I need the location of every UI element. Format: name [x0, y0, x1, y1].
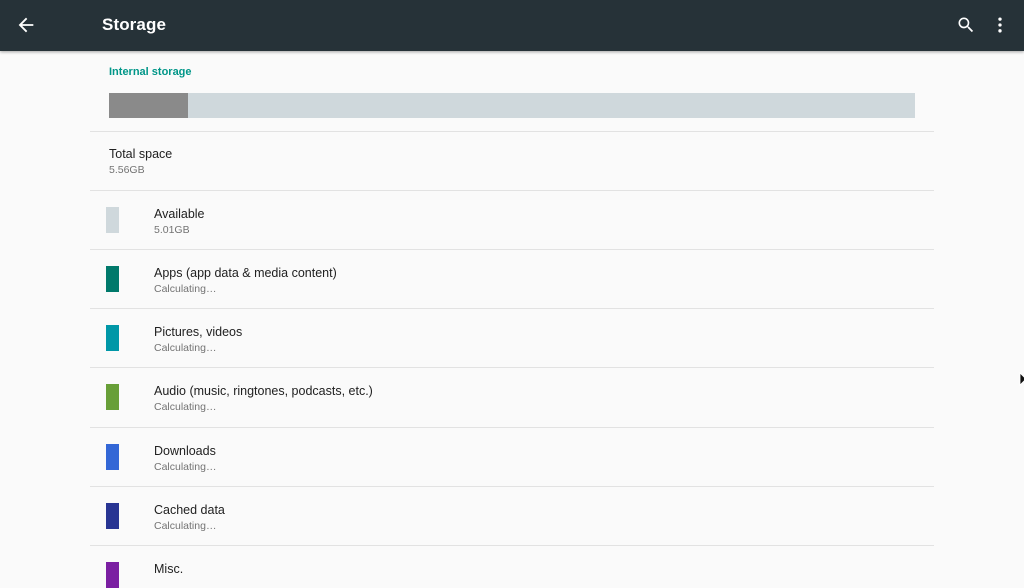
storage-item-summary: Calculating… — [154, 461, 217, 473]
storage-item-title: Audio (music, ringtones, podcasts, etc.) — [154, 384, 373, 398]
arrow-back-icon[interactable] — [15, 14, 37, 36]
storage-item-available[interactable]: Available 5.01GB — [90, 191, 934, 249]
color-swatch — [106, 207, 119, 233]
total-space-title: Total space — [109, 147, 173, 161]
storage-item-apps[interactable]: Apps (app data & media content) Calculat… — [90, 250, 934, 308]
mouse-pointer-icon — [1019, 372, 1024, 386]
storage-item-audio[interactable]: Audio (music, ringtones, podcasts, etc.)… — [90, 368, 934, 426]
color-swatch — [106, 384, 119, 410]
total-space-value: 5.56GB — [109, 164, 145, 176]
storage-item-title: Downloads — [154, 444, 216, 458]
search-icon[interactable] — [956, 15, 976, 35]
storage-item-summary: Calculating… — [154, 401, 217, 413]
storage-item-summary: Calculating… — [154, 520, 217, 532]
storage-item-cached-data[interactable]: Cached data Calculating… — [90, 487, 934, 545]
color-swatch — [106, 503, 119, 529]
storage-usage-bar — [109, 93, 915, 118]
storage-item-title: Cached data — [154, 503, 225, 517]
divider — [90, 131, 934, 132]
storage-item-summary: Calculating… — [154, 342, 217, 354]
storage-item-title: Pictures, videos — [154, 325, 243, 339]
storage-item-title: Misc. — [154, 562, 184, 576]
storage-item-summary: Calculating… — [154, 283, 217, 295]
storage-item-misc[interactable]: Misc. — [90, 546, 934, 588]
storage-item-title: Available — [154, 207, 205, 221]
app-bar: Storage — [0, 0, 1024, 51]
color-swatch — [106, 266, 119, 292]
storage-item-summary: 5.01GB — [154, 224, 190, 236]
color-swatch — [106, 325, 119, 351]
color-swatch — [106, 444, 119, 470]
page-title: Storage — [102, 15, 166, 34]
more-vert-icon[interactable] — [990, 15, 1010, 35]
storage-item-pictures-videos[interactable]: Pictures, videos Calculating… — [90, 309, 934, 367]
color-swatch — [106, 562, 119, 588]
section-header-internal-storage: Internal storage — [109, 66, 192, 78]
storage-usage-used-fill — [109, 93, 188, 118]
storage-item-title: Apps (app data & media content) — [154, 266, 337, 280]
storage-item-downloads[interactable]: Downloads Calculating… — [90, 428, 934, 486]
